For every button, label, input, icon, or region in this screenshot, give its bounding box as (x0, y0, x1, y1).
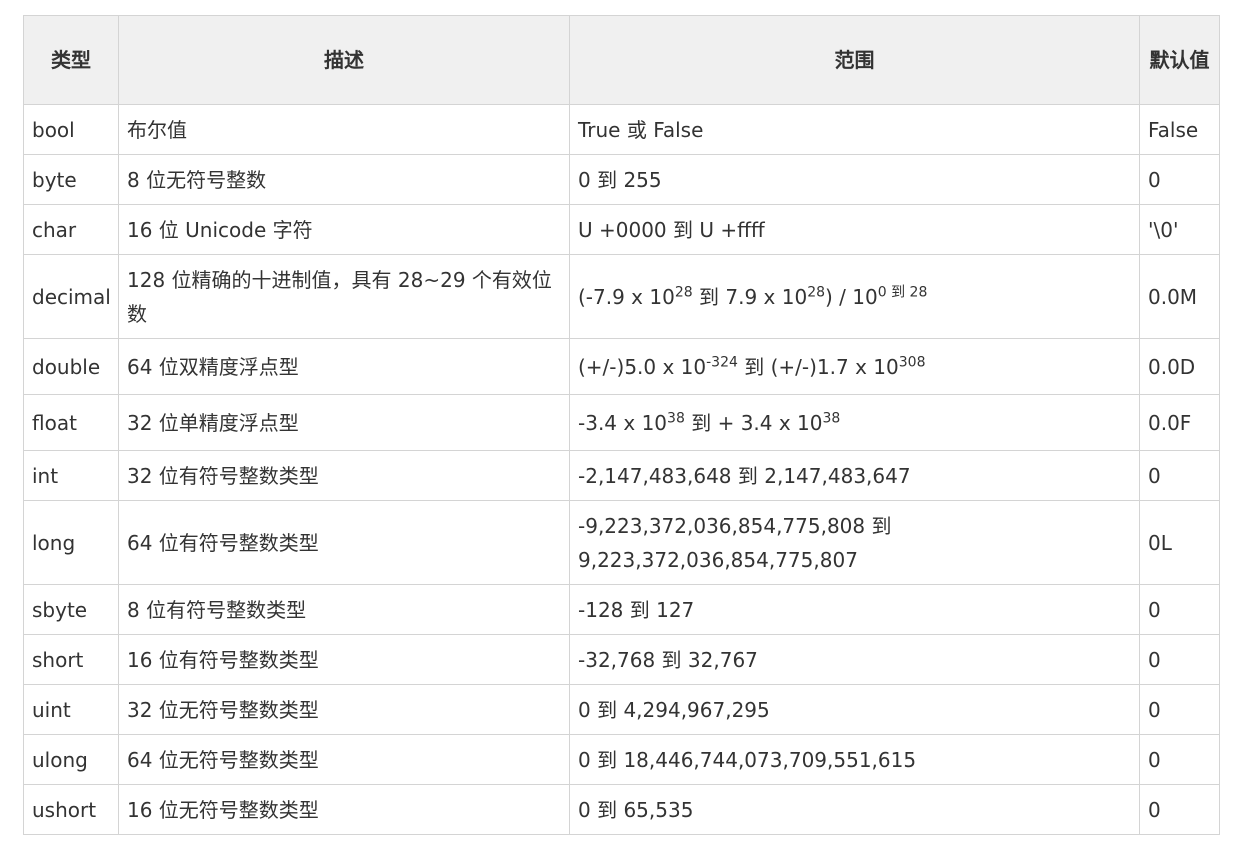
range-cell: 0 到 18,446,744,073,709,551,615 (569, 734, 1140, 785)
range-exponent: 28 (674, 283, 693, 300)
range-cell: -32,768 到 32,767 (569, 634, 1140, 685)
table-row: uint 32 位无符号整数类型 0 到 4,294,967,295 0 (23, 684, 1220, 735)
description-cell: 8 位有符号整数类型 (118, 584, 570, 635)
range-part: (+/-)5.0 x 10 (578, 354, 707, 379)
header-range: 范围 (569, 15, 1140, 105)
default-cell: 0.0F (1139, 394, 1220, 451)
range-part: (-7.9 x 10 (578, 284, 675, 309)
table-row: ushort 16 位无符号整数类型 0 到 65,535 0 (23, 784, 1220, 835)
table-row: long 64 位有符号整数类型 -9,223,372,036,854,775,… (23, 500, 1220, 585)
default-cell: 0 (1139, 584, 1220, 635)
range-cell: (+/-)5.0 x 10-324 到 (+/-)1.7 x 10308 (569, 338, 1140, 395)
table-row: double 64 位双精度浮点型 (+/-)5.0 x 10-324 到 (+… (23, 338, 1220, 395)
default-cell: 0 (1139, 734, 1220, 785)
type-cell: bool (23, 104, 119, 155)
range-exponent: -324 (706, 353, 738, 370)
range-exponent: 38 (667, 409, 685, 426)
type-cell: ushort (23, 784, 119, 835)
table-row: sbyte 8 位有符号整数类型 -128 到 127 0 (23, 584, 1220, 635)
description-cell: 16 位无符号整数类型 (118, 784, 570, 835)
header-description: 描述 (118, 15, 570, 105)
description-cell: 布尔值 (118, 104, 570, 155)
range-part: 到 7.9 x 10 (692, 284, 808, 309)
default-cell: 0L (1139, 500, 1220, 585)
table-row: decimal 128 位精确的十进制值，具有 28~29 个有效位数 (-7.… (23, 254, 1220, 339)
description-cell: 16 位有符号整数类型 (118, 634, 570, 685)
range-exponent: 28 (807, 283, 826, 300)
range-cell: (-7.9 x 1028 到 7.9 x 1028) / 100 到 28 (569, 254, 1140, 339)
description-cell: 64 位有符号整数类型 (118, 500, 570, 585)
description-cell: 64 位双精度浮点型 (118, 338, 570, 395)
range-exponent: 308 (898, 353, 926, 370)
default-cell: 0 (1139, 784, 1220, 835)
header-default: 默认值 (1139, 15, 1220, 105)
description-cell: 64 位无符号整数类型 (118, 734, 570, 785)
type-cell: float (23, 394, 119, 451)
data-types-table-container: 类型 描述 范围 默认值 bool 布尔值 True 或 False False… (23, 15, 1220, 835)
header-row: 类型 描述 范围 默认值 (23, 15, 1220, 105)
default-cell: False (1139, 104, 1220, 155)
table-row: short 16 位有符号整数类型 -32,768 到 32,767 0 (23, 634, 1220, 685)
type-cell: ulong (23, 734, 119, 785)
default-cell: 0 (1139, 634, 1220, 685)
range-cell: 0 到 65,535 (569, 784, 1140, 835)
type-cell: short (23, 634, 119, 685)
table-row: char 16 位 Unicode 字符 U +0000 到 U +ffff '… (23, 204, 1220, 255)
range-cell: -128 到 127 (569, 584, 1140, 635)
data-types-table: 类型 描述 范围 默认值 bool 布尔值 True 或 False False… (23, 15, 1220, 835)
default-cell: 0 (1139, 154, 1220, 205)
type-cell: char (23, 204, 119, 255)
default-cell: '\0' (1139, 204, 1220, 255)
range-exponent: 0 到 28 (877, 283, 928, 300)
range-cell: True 或 False (569, 104, 1140, 155)
default-cell: 0.0M (1139, 254, 1220, 339)
type-cell: sbyte (23, 584, 119, 635)
default-cell: 0.0D (1139, 338, 1220, 395)
range-cell: 0 到 4,294,967,295 (569, 684, 1140, 735)
range-cell: U +0000 到 U +ffff (569, 204, 1140, 255)
range-part: 到 + 3.4 x 10 (684, 410, 823, 435)
range-exponent: 38 (822, 409, 841, 426)
description-cell: 16 位 Unicode 字符 (118, 204, 570, 255)
type-cell: int (23, 450, 119, 501)
description-cell: 32 位无符号整数类型 (118, 684, 570, 735)
table-row: float 32 位单精度浮点型 -3.4 x 1038 到 + 3.4 x 1… (23, 394, 1220, 451)
description-cell: 8 位无符号整数 (118, 154, 570, 205)
table-row: ulong 64 位无符号整数类型 0 到 18,446,744,073,709… (23, 734, 1220, 785)
type-cell: uint (23, 684, 119, 735)
table-row: byte 8 位无符号整数 0 到 255 0 (23, 154, 1220, 205)
type-cell: byte (23, 154, 119, 205)
header-type: 类型 (23, 15, 119, 105)
type-cell: long (23, 500, 119, 585)
range-cell: -2,147,483,648 到 2,147,483,647 (569, 450, 1140, 501)
table-row: bool 布尔值 True 或 False False (23, 104, 1220, 155)
range-cell: 0 到 255 (569, 154, 1140, 205)
description-cell: 32 位单精度浮点型 (118, 394, 570, 451)
description-cell: 32 位有符号整数类型 (118, 450, 570, 501)
range-part: -3.4 x 10 (578, 410, 668, 435)
description-cell: 128 位精确的十进制值，具有 28~29 个有效位数 (118, 254, 570, 339)
default-cell: 0 (1139, 684, 1220, 735)
type-cell: decimal (23, 254, 119, 339)
range-part: 到 (+/-)1.7 x 10 (737, 354, 899, 379)
table-row: int 32 位有符号整数类型 -2,147,483,648 到 2,147,4… (23, 450, 1220, 501)
range-cell: -9,223,372,036,854,775,808 到 9,223,372,0… (569, 500, 1140, 585)
range-part: ) / 10 (825, 284, 878, 309)
range-cell: -3.4 x 1038 到 + 3.4 x 1038 (569, 394, 1140, 451)
default-cell: 0 (1139, 450, 1220, 501)
type-cell: double (23, 338, 119, 395)
